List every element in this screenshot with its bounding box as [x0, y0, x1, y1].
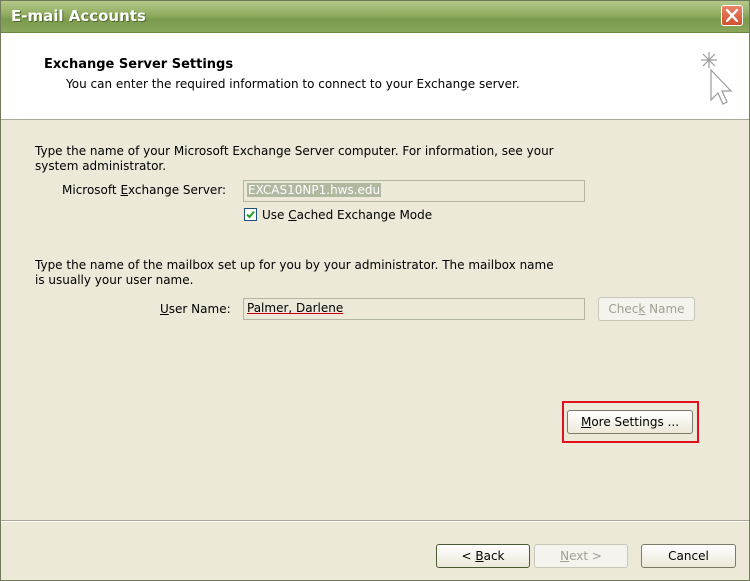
cancel-button[interactable]: Cancel	[641, 544, 736, 568]
cached-mode-label-rest: ached Exchange Mode	[296, 208, 433, 222]
back-button[interactable]: < Back	[436, 544, 530, 568]
exchange-server-value: EXCAS10NP1.hws.edu	[247, 183, 382, 197]
checkmark-icon	[246, 210, 255, 219]
server-label-accesskey: E	[120, 183, 129, 197]
next-button[interactable]: Next >	[534, 544, 628, 568]
check-name-button[interactable]: Check Name	[598, 297, 695, 321]
server-label-text-rest: xchange Server:	[128, 183, 227, 197]
user-name-value: Palmer, Darlene	[247, 301, 344, 315]
close-icon	[726, 9, 738, 22]
user-name-field[interactable]: Palmer, Darlene	[243, 298, 585, 320]
user-name-label-text: ser Name:	[168, 302, 231, 316]
close-button[interactable]	[721, 5, 743, 26]
exchange-server-field[interactable]: EXCAS10NP1.hws.edu	[243, 180, 585, 202]
cached-mode-label[interactable]: Use Cached Exchange Mode	[262, 208, 432, 222]
check-name-label: Chec	[608, 302, 639, 316]
check-name-label-rest: Name	[645, 302, 685, 316]
back-accesskey: B	[475, 549, 484, 563]
title-bar[interactable]: E-mail Accounts	[1, 1, 749, 33]
server-label: Microsoft Exchange Server:	[62, 183, 226, 197]
cached-mode-accesskey: C	[288, 208, 297, 222]
more-settings-accesskey: M	[580, 415, 592, 429]
user-name-label: User Name:	[160, 302, 231, 316]
server-instruction-line1: Type the name of your Microsoft Exchange…	[35, 144, 554, 158]
more-settings-label: ore Settings ...	[591, 415, 680, 429]
cached-mode-checkbox[interactable]	[244, 208, 257, 221]
page-title: Exchange Server Settings	[44, 57, 234, 72]
back-label: ack	[483, 549, 505, 563]
next-label: ext >	[569, 549, 602, 563]
back-label-pre: <	[461, 549, 476, 563]
footer-divider	[1, 520, 749, 522]
server-label-text: Microsoft	[62, 183, 121, 197]
page-subtitle: You can enter the required information t…	[66, 77, 520, 91]
cached-mode-label-text: Use	[262, 208, 289, 222]
user-name-accesskey: U	[160, 302, 169, 316]
wizard-header: Exchange Server Settings You can enter t…	[1, 33, 749, 120]
mailbox-instruction-line1: Type the name of the mailbox set up for …	[35, 258, 554, 272]
sparkle-cursor-icon	[701, 52, 733, 105]
next-accesskey: N	[560, 549, 570, 563]
more-settings-button[interactable]: More Settings ...	[567, 410, 693, 434]
window-title: E-mail Accounts	[11, 7, 146, 25]
email-accounts-dialog: E-mail Accounts Exchange Server Settings…	[0, 0, 750, 581]
server-instruction-line2: system administrator.	[35, 159, 167, 173]
mailbox-instruction-line2: is usually your user name.	[35, 273, 194, 287]
